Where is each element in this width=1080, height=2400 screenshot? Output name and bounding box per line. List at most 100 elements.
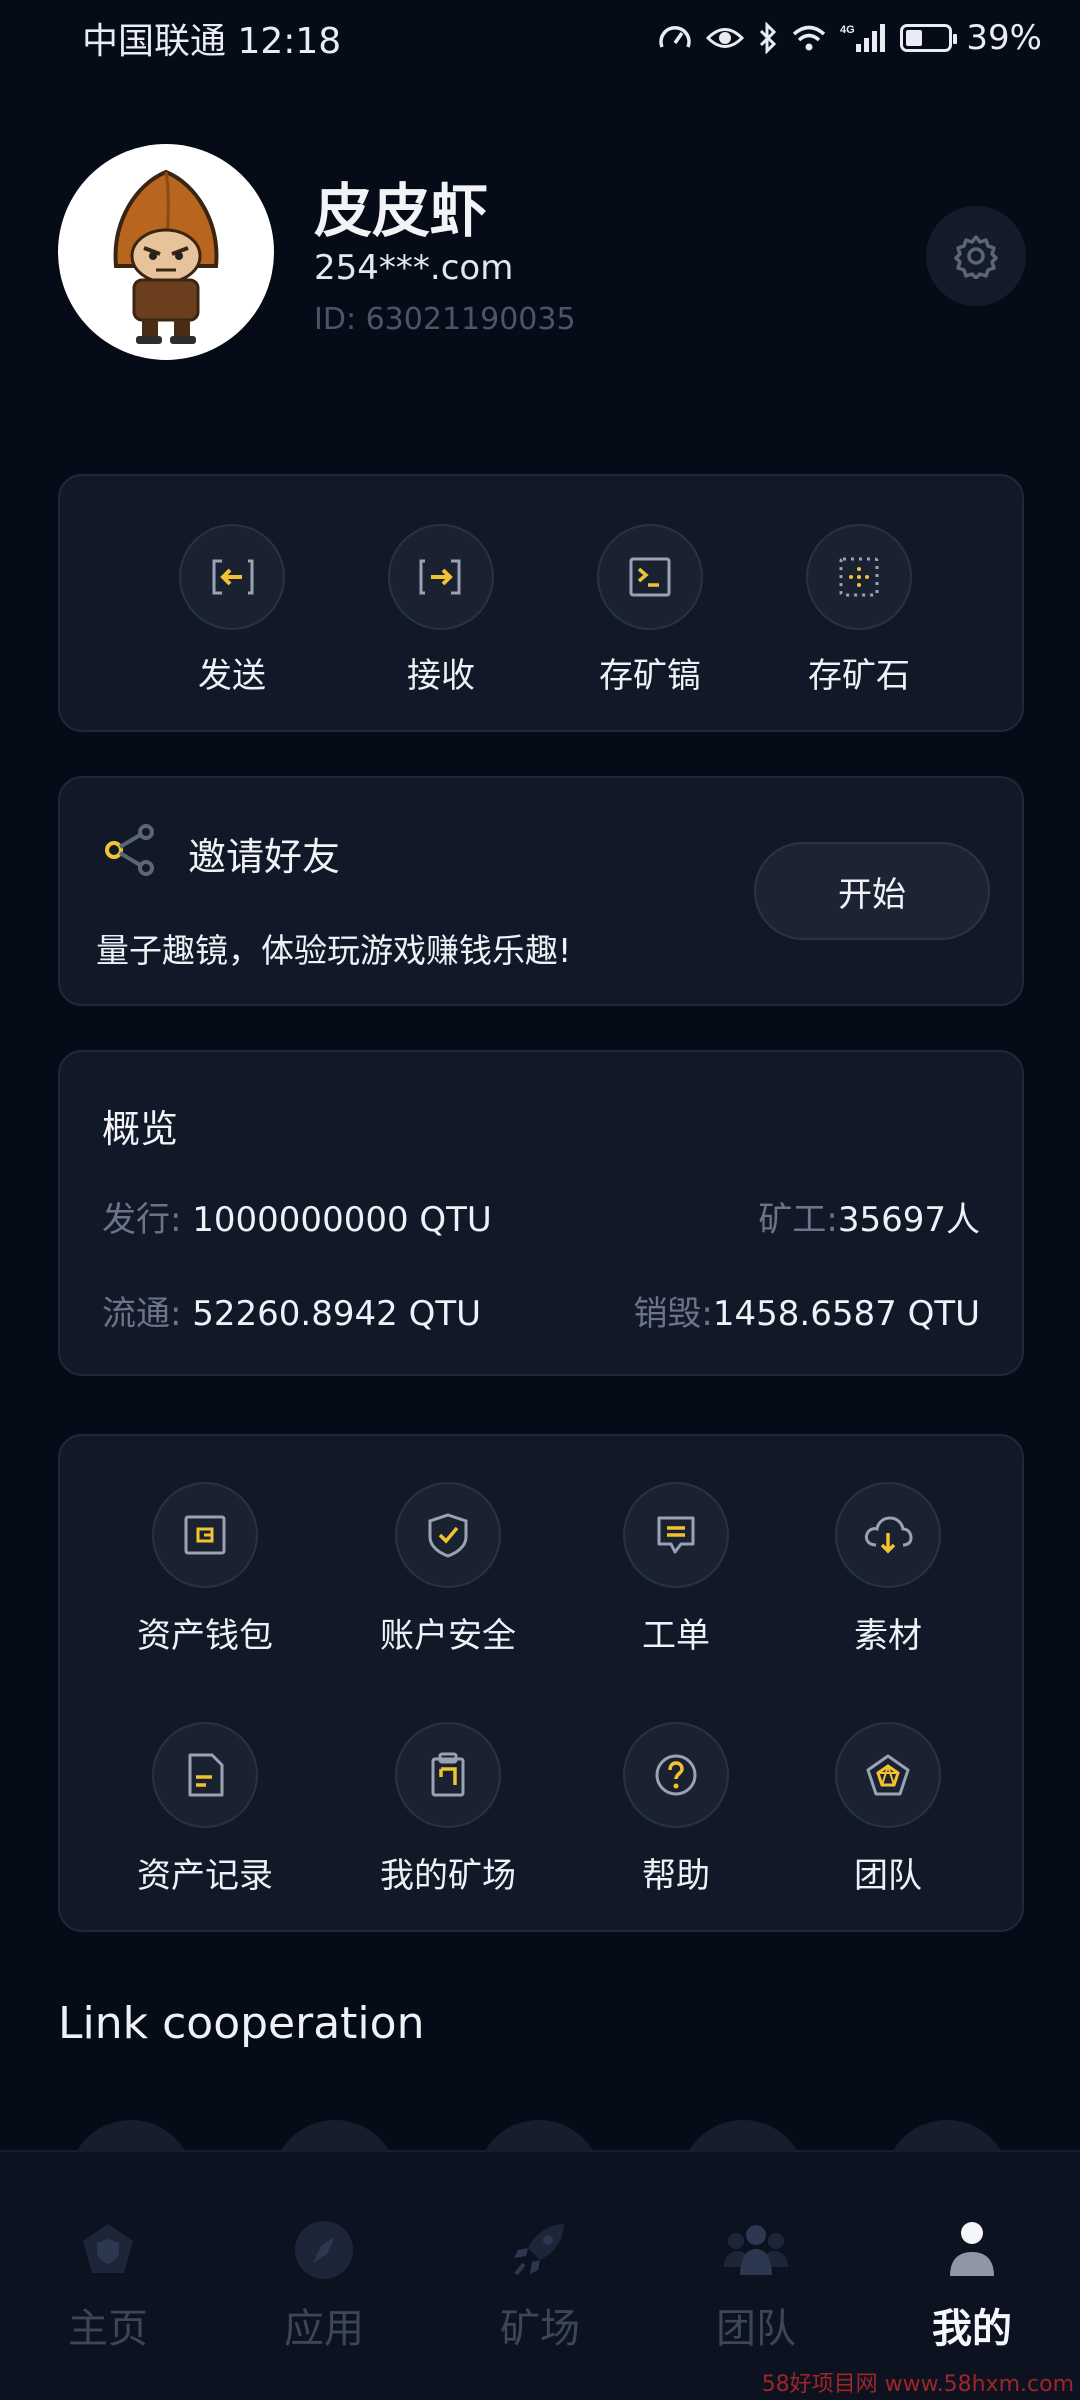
partner-logo[interactable] <box>272 2120 398 2150</box>
partner-logo[interactable] <box>680 2120 806 2150</box>
watermark: 58好项目网 www.58hxm.com <box>761 2372 1074 2397</box>
team-icon <box>686 2218 826 2282</box>
menu-grid-card: 资产钱包 账户安全 工单 素材 资产记录 我的矿场 帮助 团队 <box>58 1434 1024 1932</box>
nav-apps-label: 应用 <box>284 2306 364 2352</box>
status-icons: 4G 39% <box>658 18 1042 58</box>
invite-title: 邀请好友 <box>188 835 341 879</box>
battery-level <box>906 30 923 46</box>
link-cooperation-title: Link cooperation <box>58 1998 425 2049</box>
menu-label-team: 团队 <box>854 1856 922 1896</box>
user-icon <box>902 2218 1042 2282</box>
carrier-time: 中国联通 12:18 <box>82 21 342 62</box>
menu-label-my-mine: 我的矿场 <box>380 1856 516 1896</box>
menu-item-team[interactable]: 团队 <box>793 1722 983 1897</box>
partner-logo[interactable] <box>884 2120 1010 2150</box>
avatar[interactable] <box>58 144 274 360</box>
document-icon <box>152 1722 258 1828</box>
profile-email: 254***.com <box>314 248 514 288</box>
menu-label-materials: 素材 <box>854 1616 922 1656</box>
miners-value: 35697人 <box>837 1200 980 1240</box>
nav-apps[interactable]: 应用 <box>254 2218 394 2354</box>
send-icon <box>179 524 285 630</box>
menu-label-security: 账户安全 <box>380 1616 516 1656</box>
svg-text:4G: 4G <box>840 24 855 36</box>
menu-label-records: 资产记录 <box>137 1856 273 1896</box>
overview-title: 概览 <box>102 1107 179 1151</box>
dotted-box-icon <box>806 524 912 630</box>
menu-item-wallet[interactable]: 资产钱包 <box>110 1482 300 1657</box>
menu-item-security[interactable]: 账户安全 <box>353 1482 543 1657</box>
message-icon <box>623 1482 729 1588</box>
miners-label: 矿工: <box>758 1200 838 1240</box>
burned-label: 销毁: <box>633 1294 713 1334</box>
terminal-icon <box>597 524 703 630</box>
battery-icon <box>900 24 958 52</box>
avatar-illustration <box>113 169 219 344</box>
menu-item-help[interactable]: 帮助 <box>581 1722 771 1897</box>
send-button[interactable]: 发送 <box>152 524 312 697</box>
issued-value: 1000000000 QTU <box>181 1200 492 1240</box>
shield-check-icon <box>395 1482 501 1588</box>
overview-card: 概览 发行: 1000000000 QTU 矿工:35697人 流通: 5226… <box>58 1050 1024 1376</box>
cloud-download-icon <box>835 1482 941 1588</box>
circulation-value: 52260.8942 QTU <box>181 1294 481 1334</box>
circulation-stat: 流通: 52260.8942 QTU <box>102 1286 481 1335</box>
profile-id: ID: 63021190035 <box>314 302 576 337</box>
menu-item-my-mine[interactable]: 我的矿场 <box>353 1722 543 1897</box>
send-label: 发送 <box>198 656 266 696</box>
profile-name: 皮皮虾 <box>314 177 489 245</box>
receive-icon <box>388 524 494 630</box>
partner-logo[interactable] <box>68 2120 194 2150</box>
invite-description: 量子趣镜，体验玩游戏赚钱乐趣! <box>96 931 572 970</box>
rocket-icon <box>470 2218 610 2282</box>
pentagon-icon <box>835 1722 941 1828</box>
nav-profile[interactable]: 我的 <box>902 2218 1042 2354</box>
deposit-ore-label: 存矿石 <box>808 656 910 696</box>
bluetooth-icon <box>758 22 778 54</box>
home-shield-icon <box>38 2218 178 2282</box>
start-button[interactable]: 开始 <box>754 842 990 940</box>
deposit-ore-button[interactable]: 存矿石 <box>779 524 939 697</box>
quick-actions-card: 发送 接收 存矿镐 存矿石 <box>58 474 1024 732</box>
menu-item-materials[interactable]: 素材 <box>793 1482 983 1657</box>
nav-home[interactable]: 主页 <box>38 2218 178 2354</box>
link-cooperation-list <box>0 2120 1080 2150</box>
burned-stat: 销毁:1458.6587 QTU <box>633 1286 980 1335</box>
receive-button[interactable]: 接收 <box>361 524 521 697</box>
partner-logo[interactable] <box>476 2120 602 2150</box>
bottom-navigation: 主页 应用 矿场 团队 我的 <box>0 2150 1080 2400</box>
invite-card: 邀请好友 量子趣镜，体验玩游戏赚钱乐趣! 开始 <box>58 776 1024 1006</box>
circulation-label: 流通: <box>102 1294 182 1334</box>
compass-icon <box>254 2218 394 2282</box>
wallet-icon <box>152 1482 258 1588</box>
menu-label-ticket: 工单 <box>642 1616 710 1656</box>
signal-icon: 4G <box>840 22 886 54</box>
clipboard-icon <box>395 1722 501 1828</box>
menu-label-help: 帮助 <box>642 1856 710 1896</box>
issued-label: 发行: <box>102 1200 182 1240</box>
deposit-pickaxe-button[interactable]: 存矿镐 <box>570 524 730 697</box>
overview-row-1: 发行: 1000000000 QTU 矿工:35697人 <box>102 1192 980 1241</box>
status-bar: 中国联通 12:18 4G 39% <box>0 0 1080 76</box>
battery-percent: 39% <box>966 18 1042 58</box>
menu-label-wallet: 资产钱包 <box>137 1616 273 1656</box>
menu-item-records[interactable]: 资产记录 <box>110 1722 300 1897</box>
nav-team[interactable]: 团队 <box>686 2218 826 2354</box>
nav-mine-label: 矿场 <box>500 2306 580 2352</box>
nav-profile-label: 我的 <box>932 2306 1012 2352</box>
gear-icon <box>954 235 998 279</box>
issued-stat: 发行: 1000000000 QTU <box>102 1192 492 1241</box>
menu-item-ticket[interactable]: 工单 <box>581 1482 771 1657</box>
speedometer-icon <box>658 23 692 53</box>
profile-header: 皮皮虾 254***.com ID: 63021190035 <box>58 144 1026 362</box>
burned-value: 1458.6587 QTU <box>712 1294 980 1334</box>
deposit-pickaxe-label: 存矿镐 <box>599 656 701 696</box>
share-icon <box>102 822 158 882</box>
receive-label: 接收 <box>407 656 475 696</box>
overview-row-2: 流通: 52260.8942 QTU 销毁:1458.6587 QTU <box>102 1286 980 1335</box>
nav-home-label: 主页 <box>68 2306 148 2352</box>
miners-stat: 矿工:35697人 <box>758 1192 980 1241</box>
settings-button[interactable] <box>926 206 1026 306</box>
nav-mine[interactable]: 矿场 <box>470 2218 610 2354</box>
eye-icon <box>706 25 745 51</box>
